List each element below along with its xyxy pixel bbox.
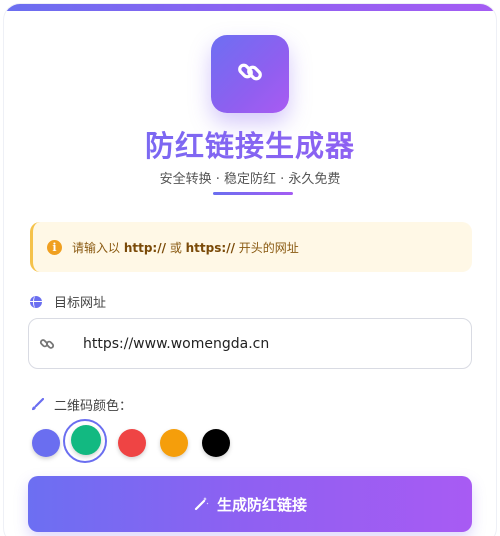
color-swatch-black[interactable] [202,429,230,457]
url-field-label: 目标网址 [30,292,106,311]
link-icon [39,336,79,352]
brush-icon [30,397,44,412]
color-swatch-blue[interactable] [32,429,60,457]
generator-card: 防红链接生成器 安全转换 · 稳定防红 · 永久免费 i 请输入以 http:/… [4,4,496,536]
notice-text: 请输入以 http:// 或 https:// 开头的网址 [72,240,299,255]
info-icon: i [47,239,62,255]
top-accent-bar [4,4,496,11]
generate-link-label: 生成防红链接 [216,495,307,514]
url-input[interactable]: https://www.womengda.cn [28,318,472,369]
link-icon [235,57,265,91]
qr-color-swatches [28,419,248,463]
color-swatch-green[interactable] [71,425,101,455]
title-underline [213,192,293,195]
globe-icon [30,295,42,308]
qr-color-label: 二维码颜色： [30,395,132,414]
color-swatch-red[interactable] [118,429,146,457]
url-input-value[interactable]: https://www.womengda.cn [83,336,269,352]
page-subtitle: 安全转换 · 稳定防红 · 永久免费 [159,172,341,187]
logo [211,35,289,113]
color-swatch-orange[interactable] [160,429,188,457]
magic-wand-icon [193,496,209,512]
page-title: 防红链接生成器 [4,123,496,165]
url-format-notice: i 请输入以 http:// 或 https:// 开头的网址 [30,222,472,272]
generate-link-button[interactable]: 生成防红链接 [28,476,472,532]
